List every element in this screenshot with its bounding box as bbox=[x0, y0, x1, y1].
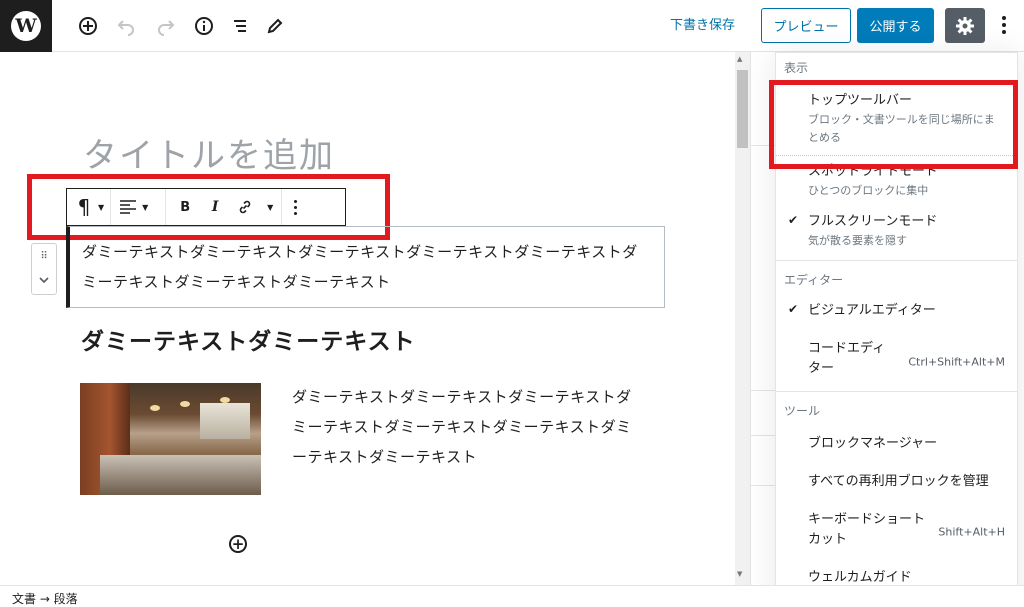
menu-group-label: 表示 bbox=[784, 60, 809, 75]
move-down-icon[interactable] bbox=[39, 276, 49, 287]
drag-handle-icon[interactable]: ⠿ bbox=[40, 251, 47, 262]
settings-button[interactable] bbox=[945, 8, 985, 43]
heading-block[interactable]: ダミーテキストダミーテキスト bbox=[81, 322, 416, 356]
highlight-box-top-toolbar bbox=[769, 80, 1018, 169]
editor-header: W 下書き保存 プレビュー 公開する bbox=[0, 0, 1024, 52]
edit-pencil-icon[interactable] bbox=[262, 13, 288, 39]
menu-item-label: ビジュアルエディター bbox=[808, 303, 936, 318]
cafe-photo bbox=[80, 383, 261, 495]
menu-item-shortcut: Ctrl+Shift+Alt+M bbox=[908, 355, 1005, 369]
menu-item-block-manager[interactable]: ブロックマネージャー bbox=[776, 424, 1017, 466]
menu-group-label: ツール bbox=[784, 403, 821, 418]
breadcrumb[interactable]: 文書 → 段落 bbox=[12, 590, 78, 607]
add-block-icon[interactable] bbox=[75, 13, 101, 39]
checkmark-icon: ✔ bbox=[788, 213, 799, 227]
menu-group-label: エディター bbox=[784, 272, 844, 287]
menu-item-label: ブロックマネージャー bbox=[808, 436, 938, 451]
block-navigation-icon[interactable] bbox=[227, 13, 253, 39]
wordpress-logo-icon: W bbox=[11, 11, 41, 41]
menu-item-keyboard-shortcuts[interactable]: キーボードショートカット Shift+Alt+H bbox=[776, 504, 1017, 560]
menu-item-code-editor[interactable]: コードエディター Ctrl+Shift+Alt+M bbox=[776, 333, 1017, 391]
checkmark-icon: ✔ bbox=[788, 302, 799, 316]
undo-icon[interactable] bbox=[113, 13, 139, 39]
scroll-up-arrow-icon[interactable]: ▲ bbox=[737, 55, 742, 63]
paragraph-text[interactable]: ダミーテキストダミーテキストダミーテキストダミーテキストダミーテキストダミーテキ… bbox=[82, 237, 652, 297]
scroll-down-arrow-icon[interactable]: ▼ bbox=[737, 570, 742, 578]
gear-icon bbox=[956, 16, 974, 35]
preview-button[interactable]: プレビュー bbox=[761, 8, 851, 43]
save-draft-button[interactable]: 下書き保存 bbox=[670, 14, 735, 33]
publish-button[interactable]: 公開する bbox=[857, 8, 934, 43]
menu-item-shortcut: Shift+Alt+H bbox=[938, 525, 1005, 539]
scrollbar-thumb[interactable] bbox=[737, 70, 748, 148]
menu-item-label: フルスクリーンモード bbox=[808, 214, 938, 229]
menu-item-manage-reusable-blocks[interactable]: すべての再利用ブロックを管理 bbox=[776, 466, 1017, 504]
post-title-placeholder[interactable]: タイトルを追加 bbox=[83, 128, 335, 177]
block-breadcrumb-bar: 文書 → 段落 bbox=[0, 585, 1024, 607]
info-icon[interactable] bbox=[191, 13, 217, 39]
media-text-content[interactable]: ダミーテキストダミーテキストダミーテキストダミーテキストダミーテキストダミーテキ… bbox=[292, 382, 647, 472]
menu-group-editor: エディター ✔ ビジュアルエディター コードエディター Ctrl+Shift+A… bbox=[776, 265, 1017, 392]
wordpress-logo-button[interactable]: W bbox=[0, 0, 52, 52]
paragraph-block[interactable]: ダミーテキストダミーテキストダミーテキストダミーテキストダミーテキストダミーテキ… bbox=[66, 226, 665, 308]
more-options-button[interactable] bbox=[994, 10, 1014, 40]
block-mover[interactable]: ⠿ bbox=[31, 243, 57, 295]
menu-item-label: キーボードショートカット bbox=[808, 512, 926, 547]
block-inserter-plus-icon[interactable]: + bbox=[229, 535, 247, 553]
menu-item-fullscreen-mode[interactable]: ✔ フルスクリーンモード 気が散る要素を隠す bbox=[776, 206, 1017, 260]
redo-icon[interactable] bbox=[153, 13, 179, 39]
menu-group-tools: ツール ブロックマネージャー すべての再利用ブロックを管理 キーボードショートカ… bbox=[776, 396, 1017, 594]
menu-item-label: すべての再利用ブロックを管理 bbox=[808, 474, 989, 489]
menu-item-visual-editor[interactable]: ✔ ビジュアルエディター bbox=[776, 293, 1017, 333]
menu-item-label: コードエディター bbox=[808, 341, 886, 376]
menu-item-description: 気が散る要素を隠す bbox=[808, 234, 907, 247]
menu-item-description: ひとつのブロックに集中 bbox=[808, 184, 929, 197]
